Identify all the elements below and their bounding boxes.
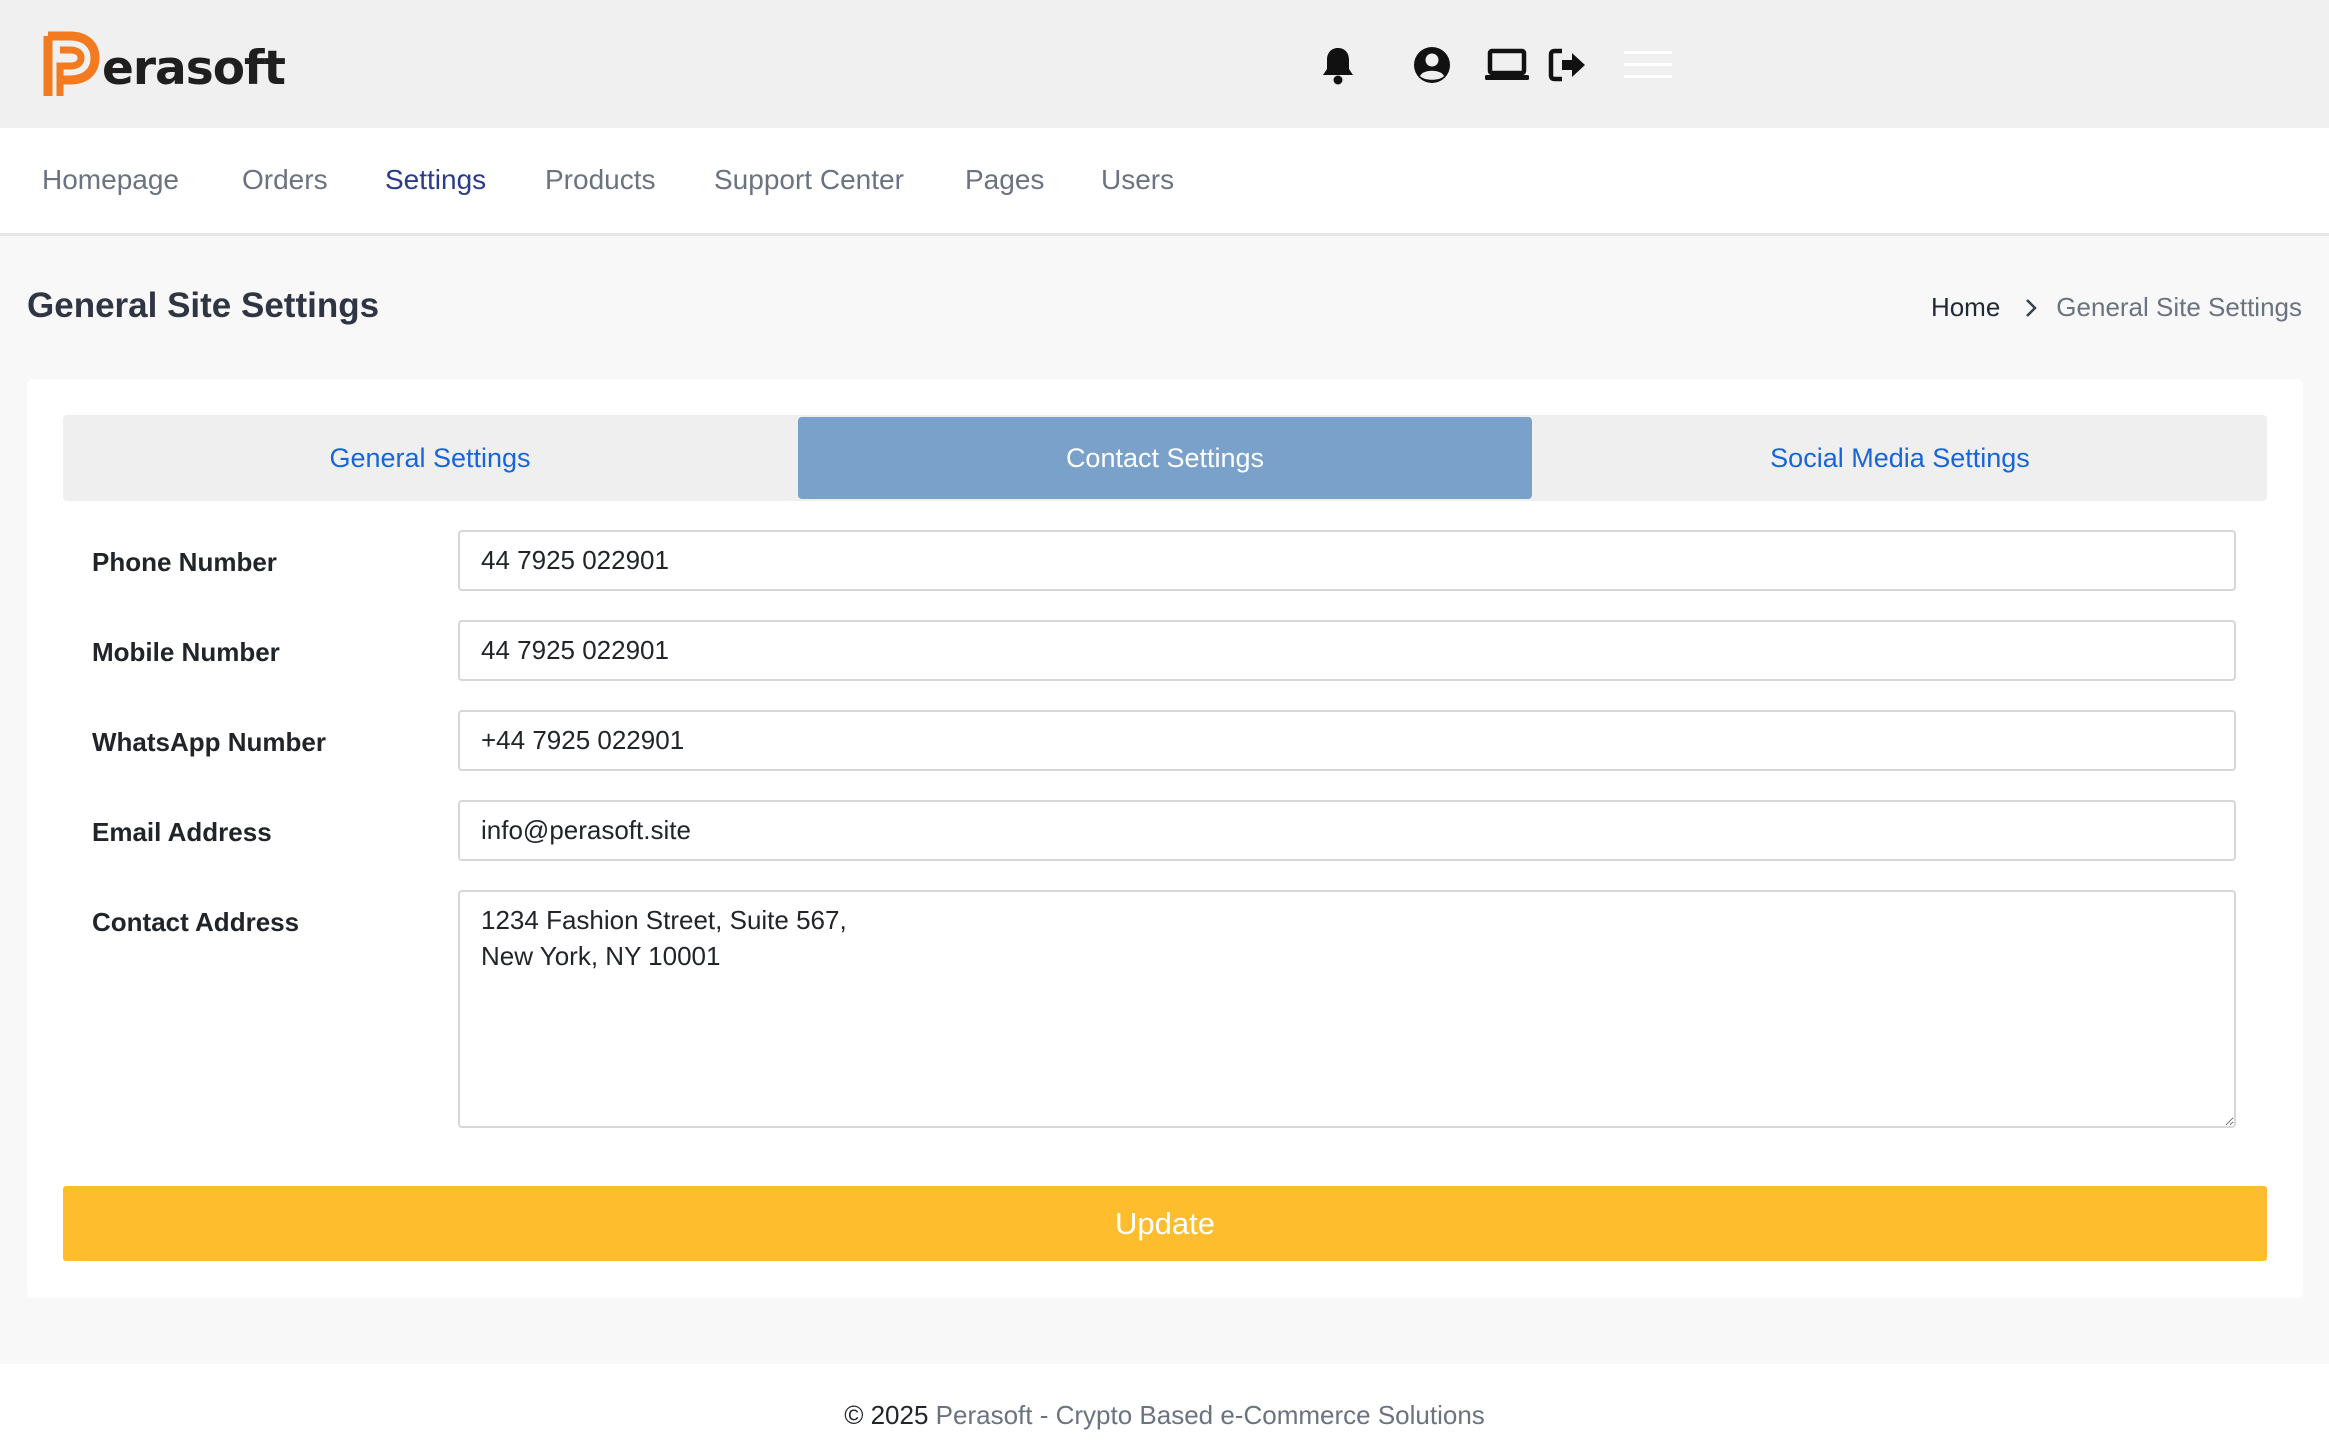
laptop-icon[interactable] [1482, 40, 1532, 90]
nav-item-settings[interactable]: Settings [385, 164, 486, 196]
breadcrumb-current: General Site Settings [2056, 292, 2302, 322]
tab-contact-settings[interactable]: Contact Settings [798, 417, 1532, 499]
settings-tabs: General Settings Contact Settings Social… [63, 415, 2267, 501]
main-nav: Homepage Orders Settings Products Suppor… [0, 128, 2329, 236]
email-input[interactable] [458, 800, 2236, 861]
page-title: General Site Settings [27, 286, 380, 325]
phone-input[interactable] [458, 530, 2236, 591]
logout-icon[interactable] [1543, 40, 1593, 90]
bell-icon[interactable] [1313, 40, 1363, 90]
nav-item-homepage[interactable]: Homepage [42, 164, 179, 196]
whatsapp-input[interactable] [458, 710, 2236, 771]
footer-company: Perasoft - Crypto Based e-Commerce Solut… [935, 1400, 1485, 1430]
brand-name: erasoft [102, 40, 286, 96]
nav-item-products[interactable]: Products [545, 164, 656, 196]
hamburger-menu-icon[interactable] [1623, 40, 1673, 90]
mobile-label: Mobile Number [92, 637, 280, 667]
top-header: erasoft [0, 0, 2329, 128]
address-label: Contact Address [92, 907, 300, 937]
breadcrumb: Home General Site Settings [1931, 292, 2302, 323]
whatsapp-label: WhatsApp Number [92, 727, 326, 757]
email-label: Email Address [92, 817, 272, 847]
update-button[interactable]: Update [63, 1186, 2267, 1261]
nav-item-orders[interactable]: Orders [242, 164, 328, 196]
brand-logo[interactable]: erasoft [40, 30, 286, 102]
tab-social-media-settings[interactable]: Social Media Settings [1533, 417, 2267, 499]
mobile-input[interactable] [458, 620, 2236, 681]
nav-item-support-center[interactable]: Support Center [714, 164, 904, 196]
footer-copyright: © 2025 [844, 1400, 929, 1430]
nav-item-pages[interactable]: Pages [965, 164, 1044, 196]
footer-text: © 2025 Perasoft - Crypto Based e-Commerc… [0, 1400, 2329, 1431]
user-circle-icon[interactable] [1407, 40, 1457, 90]
address-textarea[interactable]: 1234 Fashion Street, Suite 567, New York… [458, 890, 2236, 1128]
perasoft-p-logo-icon [43, 31, 100, 96]
chevron-right-icon [2024, 297, 2038, 319]
tab-general-settings[interactable]: General Settings [63, 417, 797, 499]
footer: © 2025 Perasoft - Crypto Based e-Commerc… [0, 1364, 2329, 1456]
phone-label: Phone Number [92, 547, 277, 577]
breadcrumb-home-link[interactable]: Home [1931, 292, 2000, 323]
nav-item-users[interactable]: Users [1101, 164, 1174, 196]
settings-card: General Settings Contact Settings Social… [27, 379, 2303, 1298]
